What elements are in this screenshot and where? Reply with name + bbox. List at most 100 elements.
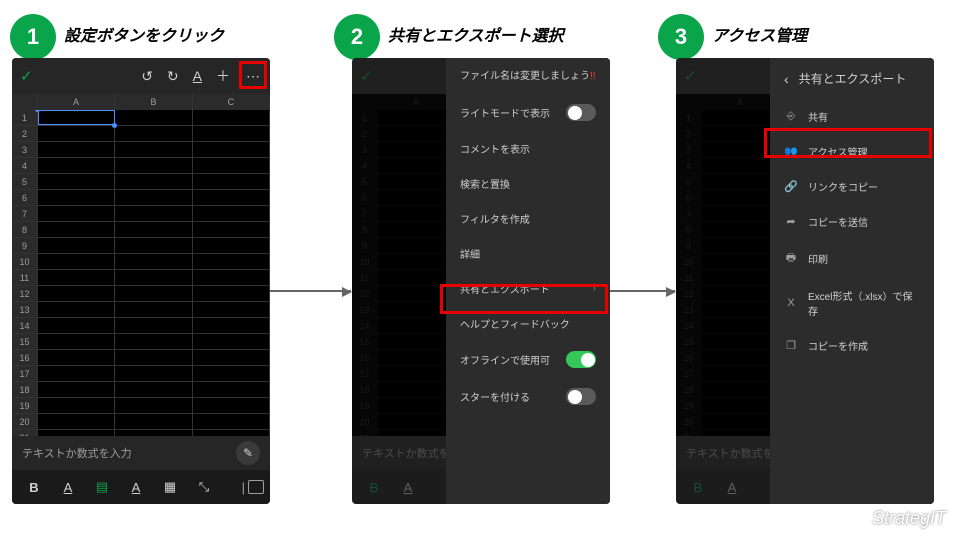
menu-item-details[interactable]: 詳細	[446, 236, 610, 271]
cell[interactable]	[38, 350, 115, 365]
merge-icon[interactable]: ⤡	[194, 479, 214, 495]
cell[interactable]	[193, 270, 270, 285]
edit-icon[interactable]: ✎	[236, 441, 260, 465]
back-icon[interactable]: ‹	[784, 71, 789, 87]
cell[interactable]	[193, 398, 270, 413]
cell[interactable]	[115, 174, 192, 189]
cell[interactable]	[193, 414, 270, 429]
cell[interactable]	[193, 142, 270, 157]
menu-item-share[interactable]: ⎆共有	[770, 99, 934, 134]
undo-icon[interactable]: ↺	[141, 68, 153, 85]
cell[interactable]	[115, 270, 192, 285]
cell[interactable]	[38, 270, 115, 285]
spreadsheet-area[interactable]: A B C 1234567891011121314151617181920212…	[12, 94, 270, 436]
cell[interactable]	[193, 190, 270, 205]
cell[interactable]	[38, 398, 115, 413]
cell[interactable]	[193, 206, 270, 221]
toggle-icon[interactable]	[566, 351, 596, 368]
menu-item-star[interactable]: スターを付ける	[446, 378, 610, 415]
cell[interactable]	[115, 398, 192, 413]
menu-item-print[interactable]: 🖶印刷	[770, 239, 934, 278]
cell[interactable]	[38, 110, 115, 125]
cell[interactable]	[115, 334, 192, 349]
row-header[interactable]: 10	[12, 254, 38, 269]
cell[interactable]	[38, 334, 115, 349]
cell[interactable]	[115, 158, 192, 173]
col-header[interactable]: A	[38, 94, 115, 110]
text-color-icon[interactable]: A	[58, 480, 78, 495]
check-icon[interactable]: ✓	[20, 67, 33, 85]
menu-item-send-copy[interactable]: ➦コピーを送信	[770, 204, 934, 239]
cell[interactable]	[38, 254, 115, 269]
fill-icon[interactable]: A	[126, 480, 146, 495]
cell[interactable]	[38, 286, 115, 301]
cell[interactable]	[115, 238, 192, 253]
cell[interactable]	[38, 126, 115, 141]
row-header[interactable]: 15	[12, 334, 38, 349]
cell[interactable]	[38, 366, 115, 381]
cell[interactable]	[193, 302, 270, 317]
menu-item-comments[interactable]: コメントを表示	[446, 131, 610, 166]
menu-item-make-copy[interactable]: ❐コピーを作成	[770, 328, 934, 363]
align-icon[interactable]: ▤	[92, 479, 112, 495]
redo-icon[interactable]: ↻	[167, 68, 179, 85]
cell[interactable]	[193, 366, 270, 381]
cell[interactable]	[115, 350, 192, 365]
cell[interactable]	[193, 238, 270, 253]
cell[interactable]	[115, 366, 192, 381]
col-header[interactable]: C	[193, 94, 270, 110]
menu-item-find-replace[interactable]: 検索と置換	[446, 166, 610, 201]
row-header[interactable]: 18	[12, 382, 38, 397]
row-header[interactable]: 5	[12, 174, 38, 189]
row-header[interactable]: 9	[12, 238, 38, 253]
row-header[interactable]: 19	[12, 398, 38, 413]
cell[interactable]	[115, 254, 192, 269]
cell[interactable]	[38, 414, 115, 429]
menu-item-access-manage[interactable]: 👥アクセス管理	[770, 134, 934, 169]
row-header[interactable]: 13	[12, 302, 38, 317]
cell[interactable]	[115, 414, 192, 429]
row-header[interactable]: 7	[12, 206, 38, 221]
cell[interactable]	[38, 318, 115, 333]
row-header[interactable]: 3	[12, 142, 38, 157]
cell[interactable]	[115, 190, 192, 205]
cell[interactable]	[193, 174, 270, 189]
cell[interactable]	[115, 142, 192, 157]
row-header[interactable]: 17	[12, 366, 38, 381]
menu-item-create-filter[interactable]: フィルタを作成	[446, 201, 610, 236]
toggle-icon[interactable]	[566, 388, 596, 405]
cell[interactable]	[115, 302, 192, 317]
text-format-icon[interactable]: A	[193, 68, 202, 84]
menu-item-light-mode[interactable]: ライトモードで表示	[446, 94, 610, 131]
row-header[interactable]: 16	[12, 350, 38, 365]
menu-item-share-export[interactable]: 共有とエクスポート›	[446, 271, 610, 306]
cell[interactable]	[115, 286, 192, 301]
bold-icon[interactable]: B	[24, 480, 44, 495]
row-header[interactable]: 20	[12, 414, 38, 429]
row-header[interactable]: 2	[12, 126, 38, 141]
cell[interactable]	[38, 222, 115, 237]
row-header[interactable]: 8	[12, 222, 38, 237]
cell[interactable]	[193, 126, 270, 141]
more-icon[interactable]: ⋯	[244, 64, 262, 89]
row-header[interactable]: 1	[12, 110, 38, 125]
formula-bar[interactable]: テキストか数式を入力 ✎	[12, 436, 270, 470]
cell[interactable]	[38, 206, 115, 221]
plus-icon[interactable]: ＋	[216, 66, 230, 86]
cell[interactable]	[38, 142, 115, 157]
cell[interactable]	[193, 286, 270, 301]
cell[interactable]	[115, 110, 192, 125]
cell[interactable]	[193, 350, 270, 365]
cell[interactable]	[115, 206, 192, 221]
toggle-icon[interactable]	[566, 104, 596, 121]
cell[interactable]	[193, 222, 270, 237]
row-header[interactable]: 11	[12, 270, 38, 285]
cell[interactable]	[115, 318, 192, 333]
cell[interactable]	[193, 318, 270, 333]
cell[interactable]	[38, 158, 115, 173]
cell[interactable]	[38, 382, 115, 397]
cell[interactable]	[38, 190, 115, 205]
cell[interactable]	[193, 382, 270, 397]
row-header[interactable]: 14	[12, 318, 38, 333]
menu-item-save-xlsx[interactable]: XExcel形式（.xlsx）で保存	[770, 278, 934, 328]
